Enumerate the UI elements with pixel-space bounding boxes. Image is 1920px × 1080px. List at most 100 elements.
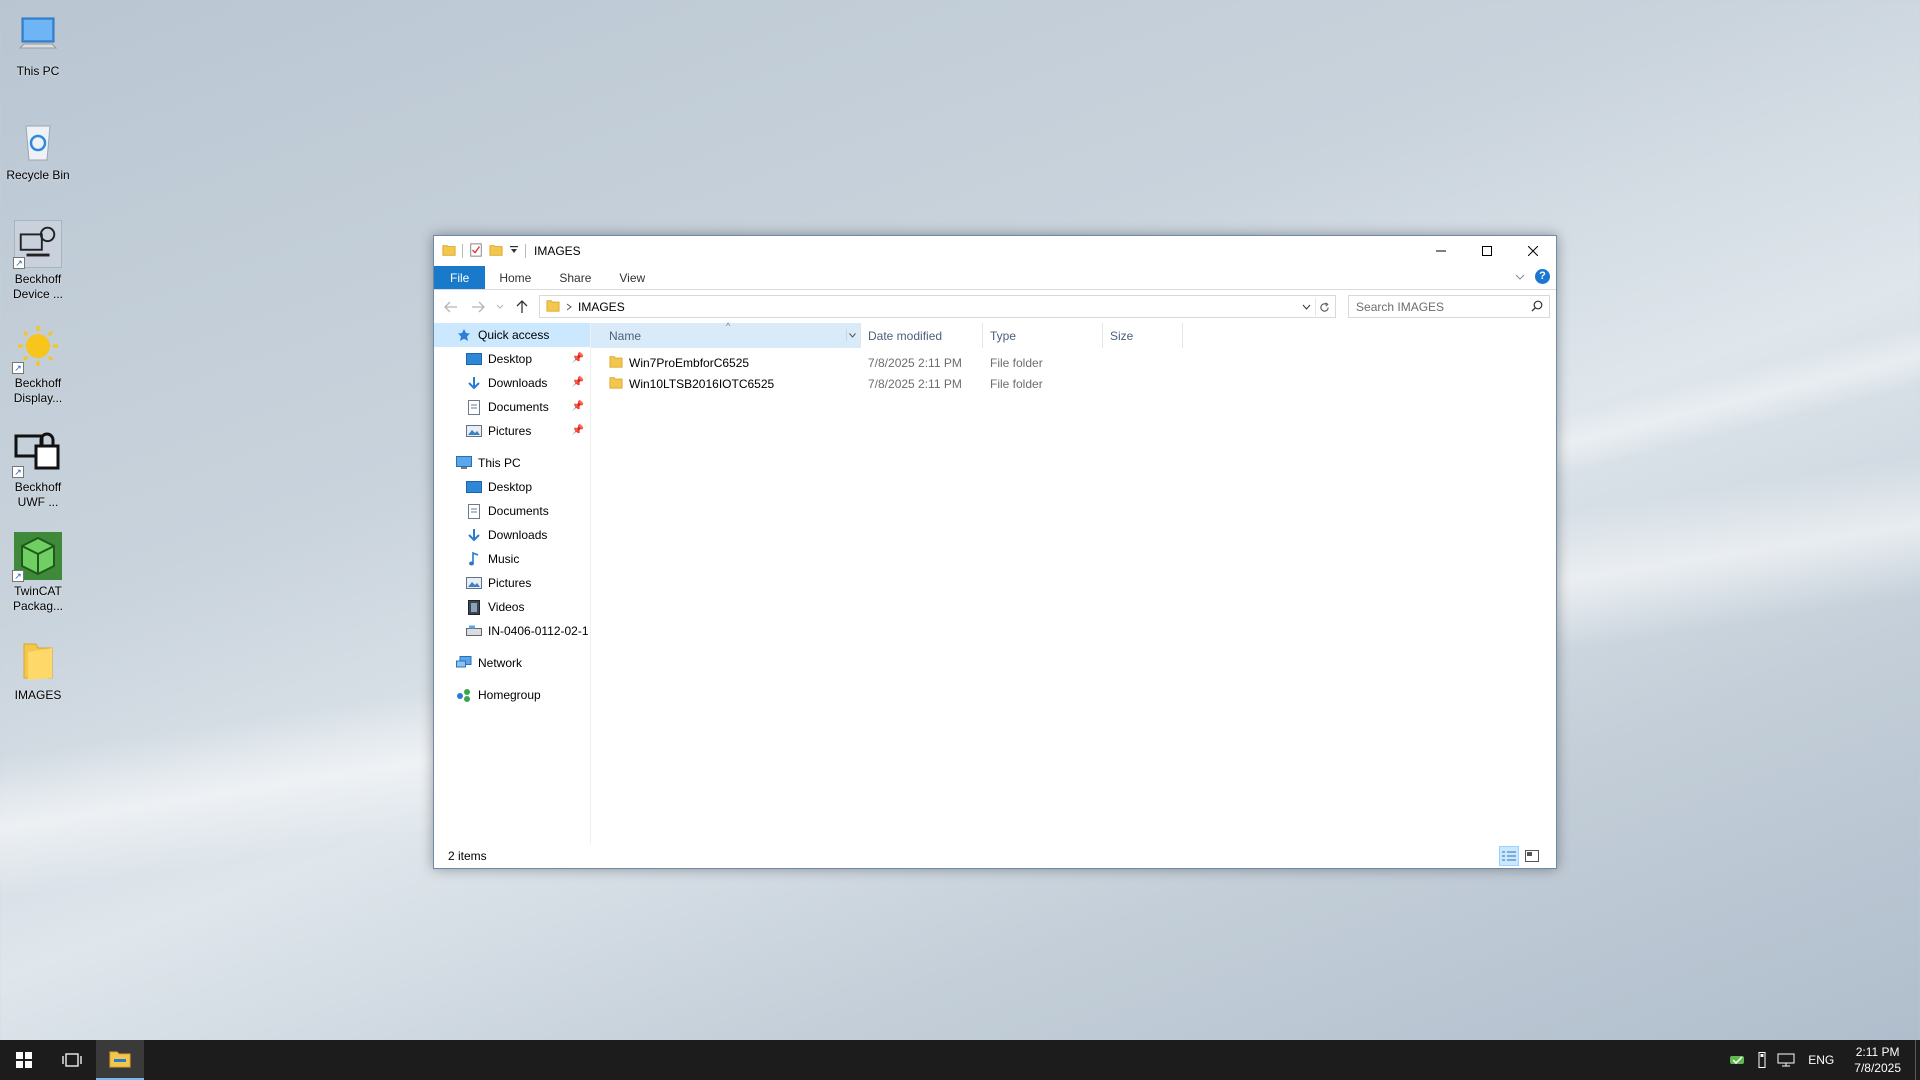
pushpin-icon[interactable]: 📌 bbox=[572, 353, 584, 364]
nav-quick-access[interactable]: Quick access bbox=[434, 323, 590, 347]
homegroup-icon bbox=[456, 687, 472, 703]
nav-pc-documents[interactable]: Documents bbox=[434, 499, 590, 523]
taskbar-file-explorer[interactable] bbox=[96, 1040, 144, 1080]
nav-pc-desktop[interactable]: Desktop bbox=[434, 475, 590, 499]
nav-pc-videos[interactable]: Videos bbox=[434, 595, 590, 619]
large-icons-view-button[interactable] bbox=[1522, 846, 1542, 866]
file-rows: Win7ProEmbforC6525 7/8/2025 2:11 PM File… bbox=[591, 348, 1556, 394]
file-row[interactable]: Win7ProEmbforC6525 7/8/2025 2:11 PM File… bbox=[591, 352, 1556, 373]
show-desktop-button[interactable] bbox=[1915, 1040, 1920, 1080]
sort-ascending-icon: ^ bbox=[726, 321, 731, 331]
tab-home[interactable]: Home bbox=[485, 266, 545, 289]
pushpin-icon[interactable]: 📌 bbox=[572, 377, 584, 388]
nav-homegroup[interactable]: Homegroup bbox=[434, 683, 590, 707]
pushpin-icon[interactable]: 📌 bbox=[572, 425, 584, 436]
pin-star-icon bbox=[456, 327, 472, 343]
back-button[interactable] bbox=[440, 295, 463, 319]
nav-label: Videos bbox=[488, 600, 525, 614]
file-type: File folder bbox=[990, 376, 1043, 391]
column-header-date-modified[interactable]: Date modified bbox=[861, 323, 983, 348]
document-icon bbox=[466, 399, 482, 415]
nav-quick-pictures[interactable]: Pictures 📌 bbox=[434, 419, 590, 443]
file-row[interactable]: Win10LTSB2016IOTC6525 7/8/2025 2:11 PM F… bbox=[591, 373, 1556, 394]
desktop-icon-twincat-package[interactable]: ↗ TwinCAT Packag... bbox=[3, 524, 73, 614]
shortcut-arrow-icon: ↗ bbox=[13, 257, 25, 269]
tab-view[interactable]: View bbox=[605, 266, 659, 289]
nav-quick-downloads[interactable]: Downloads 📌 bbox=[434, 371, 590, 395]
desktop-icon-label: Beckhoff Device ... bbox=[12, 272, 63, 301]
task-view-button[interactable] bbox=[48, 1040, 96, 1080]
refresh-icon bbox=[1320, 301, 1329, 312]
column-filter-chevron-icon[interactable] bbox=[846, 329, 858, 341]
breadcrumb-item[interactable]: IMAGES bbox=[578, 300, 625, 314]
clock[interactable]: 2:11 PM 7/8/2025 bbox=[1844, 1044, 1911, 1076]
status-bar: 2 items bbox=[434, 844, 1556, 868]
navigation-pane: Quick access Desktop 📌 Downloads 📌 Docum… bbox=[434, 323, 591, 844]
details-view-button[interactable] bbox=[1499, 846, 1519, 866]
nav-network[interactable]: Network bbox=[434, 651, 590, 675]
usb-device-icon[interactable] bbox=[1750, 1052, 1774, 1068]
twincat-tray-icon[interactable] bbox=[1726, 1054, 1750, 1066]
customize-qat-chevron-icon[interactable] bbox=[509, 244, 519, 258]
column-header-type[interactable]: Type bbox=[983, 323, 1103, 348]
desktop-icon-this-pc[interactable]: This PC bbox=[3, 4, 73, 79]
help-icon[interactable]: ? bbox=[1535, 269, 1550, 284]
nav-label: Downloads bbox=[488, 528, 548, 542]
minimize-button[interactable] bbox=[1418, 236, 1464, 266]
properties-icon[interactable] bbox=[469, 242, 483, 260]
minimize-icon bbox=[1436, 250, 1446, 252]
start-button[interactable] bbox=[0, 1040, 48, 1080]
recycle-bin-icon bbox=[14, 116, 62, 164]
download-arrow-icon bbox=[466, 527, 482, 543]
recent-locations-button[interactable] bbox=[493, 295, 506, 319]
address-history-chevron-icon[interactable] bbox=[1299, 299, 1313, 315]
up-button[interactable] bbox=[510, 295, 533, 319]
nav-label: Downloads bbox=[488, 376, 548, 390]
nav-pc-drive[interactable]: IN-0406-0112-02-1 ( bbox=[434, 619, 590, 643]
ribbon-tabs: File Home Share View ? bbox=[434, 266, 1556, 290]
file-type: File folder bbox=[990, 355, 1043, 370]
nav-label: This PC bbox=[478, 456, 521, 470]
monitor-icon bbox=[456, 455, 472, 471]
search-icon[interactable] bbox=[1531, 300, 1543, 315]
maximize-button[interactable] bbox=[1464, 236, 1510, 266]
search-input[interactable]: Search IMAGES bbox=[1348, 295, 1551, 318]
desktop-icon-beckhoff-display[interactable]: ↗ Beckhoff Display... bbox=[3, 316, 73, 406]
divider bbox=[525, 244, 526, 258]
column-header-name[interactable]: ^ Name bbox=[591, 321, 861, 348]
clock-time: 2:11 PM bbox=[1855, 1045, 1900, 1059]
desktop-icon-images-folder[interactable]: IMAGES bbox=[3, 628, 73, 703]
desktop-icon-beckhoff-uwf[interactable]: ↗ Beckhoff UWF ... bbox=[3, 420, 73, 510]
address-bar[interactable]: IMAGES bbox=[539, 295, 1337, 318]
nav-label: Documents bbox=[488, 504, 549, 518]
pushpin-icon[interactable]: 📌 bbox=[572, 401, 584, 412]
desktop-icon-label: TwinCAT Packag... bbox=[12, 584, 64, 613]
title-bar[interactable]: IMAGES bbox=[434, 236, 1556, 266]
input-language[interactable]: ENG bbox=[1798, 1053, 1844, 1067]
nav-pc-music[interactable]: Music bbox=[434, 547, 590, 571]
tab-share[interactable]: Share bbox=[545, 266, 605, 289]
nav-quick-documents[interactable]: Documents 📌 bbox=[434, 395, 590, 419]
column-header-size[interactable]: Size bbox=[1103, 323, 1183, 348]
column-label: Type bbox=[990, 328, 1017, 343]
divider bbox=[462, 244, 463, 258]
item-count: 2 items bbox=[448, 849, 487, 863]
nav-quick-desktop[interactable]: Desktop 📌 bbox=[434, 347, 590, 371]
refresh-button[interactable] bbox=[1315, 298, 1333, 316]
nav-this-pc[interactable]: This PC bbox=[434, 451, 590, 475]
network-status-icon[interactable] bbox=[1774, 1053, 1798, 1067]
new-folder-icon[interactable] bbox=[489, 243, 503, 260]
desktop-icon-beckhoff-device[interactable]: ↗ Beckhoff Device ... bbox=[3, 212, 73, 302]
nav-pc-downloads[interactable]: Downloads bbox=[434, 523, 590, 547]
nav-pc-pictures[interactable]: Pictures bbox=[434, 571, 590, 595]
forward-button[interactable] bbox=[467, 295, 490, 319]
nav-label: Documents bbox=[488, 400, 549, 414]
expand-ribbon-chevron-icon[interactable] bbox=[1515, 270, 1525, 284]
tab-file[interactable]: File bbox=[434, 266, 486, 289]
large-icons-view-icon bbox=[1525, 850, 1539, 862]
desktop-icon-recycle-bin[interactable]: Recycle Bin bbox=[3, 108, 73, 183]
breadcrumb-chevron-icon[interactable] bbox=[566, 300, 572, 314]
window-title: IMAGES bbox=[534, 244, 581, 258]
network-icon bbox=[456, 655, 472, 671]
close-button[interactable] bbox=[1510, 236, 1556, 266]
